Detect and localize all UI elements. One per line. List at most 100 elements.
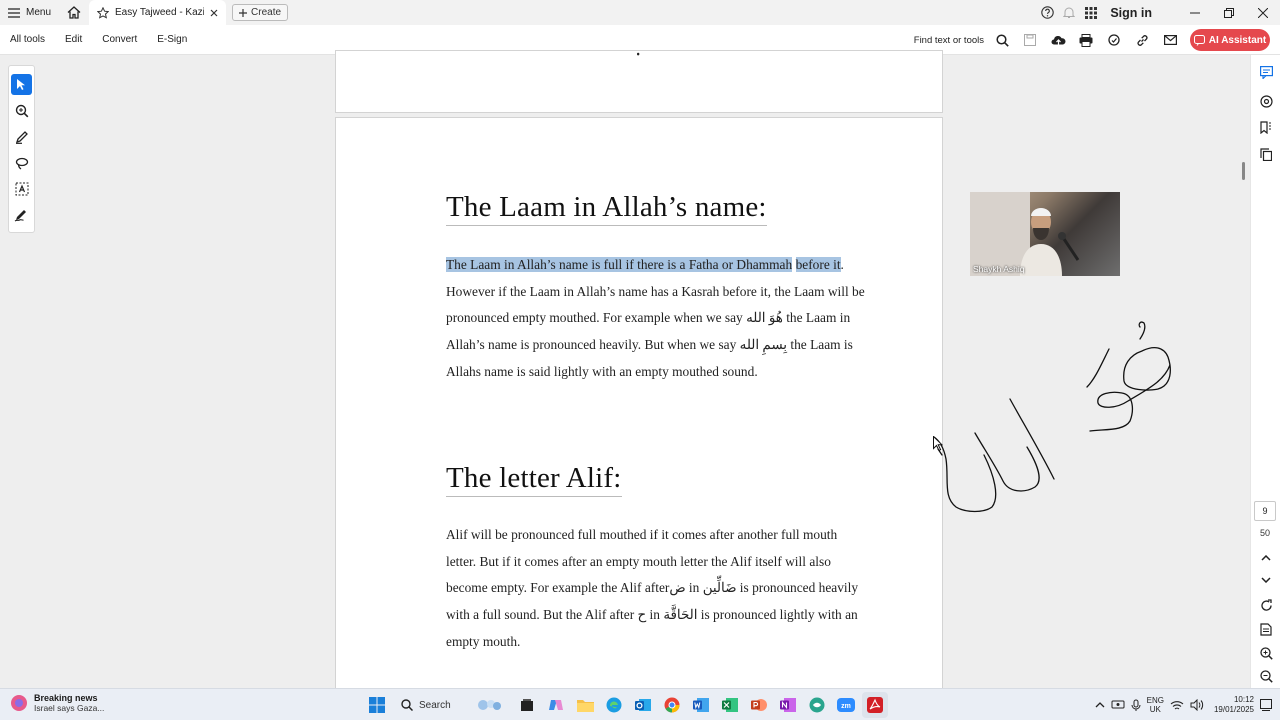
highlighted-text-line2[interactable]: before it (795, 257, 841, 272)
edge-button[interactable] (601, 692, 627, 718)
news-widget-icon (11, 695, 27, 711)
system-tray: ENG UK 10:12 19/01/2025 (1095, 692, 1272, 718)
document-tab[interactable]: Easy Tajweed - Kazi Ashi... (89, 0, 227, 25)
chevron-up-icon[interactable] (1095, 702, 1105, 708)
document-workspace[interactable]: ꞏ The Laam in Allah’s name: The Laam in … (0, 48, 1280, 717)
microphone-icon[interactable] (1131, 699, 1141, 712)
vertical-scrollbar-thumb[interactable] (1242, 162, 1245, 180)
video-overlay[interactable]: Shaykh Ashiq (970, 192, 1120, 276)
print-button[interactable] (1072, 25, 1100, 55)
sign-tool[interactable] (11, 204, 32, 225)
zoom-out-icon (1259, 669, 1273, 683)
outlook-button[interactable] (630, 692, 656, 718)
task-view-icon (521, 699, 533, 711)
excel-button[interactable] (717, 692, 743, 718)
zoom-app-button[interactable]: zm (833, 692, 859, 718)
arabic-daalleen: ضَالِّين (702, 580, 737, 596)
ai-assistant-button[interactable]: AI Assistant (1190, 29, 1270, 51)
taskbar-search[interactable]: Search (393, 693, 511, 717)
paragraph-laam-allah: The Laam in Allah’s name is full if ther… (446, 252, 866, 386)
bookmark-icon (1260, 120, 1271, 134)
convert-menu[interactable]: Convert (92, 34, 147, 45)
word-button[interactable] (688, 692, 714, 718)
next-page-button[interactable] (1258, 572, 1274, 588)
minimize-icon (1190, 12, 1200, 13)
highlighted-text-line1[interactable]: The Laam in Allah’s name is full if ther… (446, 257, 793, 272)
text-tool[interactable] (11, 178, 32, 199)
search-icon (401, 699, 413, 711)
edit-menu[interactable]: Edit (55, 34, 92, 45)
star-icon[interactable] (97, 6, 110, 19)
home-button[interactable] (59, 0, 89, 25)
upload-button[interactable] (1044, 25, 1072, 55)
zoom-out-button[interactable] (1258, 668, 1274, 684)
text-select-icon (15, 182, 28, 195)
chrome-button[interactable] (659, 692, 685, 718)
notification-center-icon[interactable] (1260, 699, 1272, 711)
tab-title: Easy Tajweed - Kazi Ashi... (115, 7, 205, 18)
create-button[interactable]: Create (232, 4, 289, 21)
zoom-app-icon: zm (837, 698, 855, 712)
help-button[interactable] (1036, 0, 1058, 25)
video-participant-name: Shaykh Ashiq (973, 264, 1025, 274)
news-widget[interactable]: Breaking news Israel says Gaza... (10, 693, 104, 713)
esign-menu[interactable]: E-Sign (147, 34, 197, 45)
task-view-button[interactable] (514, 692, 540, 718)
menu-button[interactable]: Menu (0, 0, 59, 25)
heading-laam-allah: The Laam in Allah’s name: (446, 191, 767, 226)
draw-tool[interactable] (11, 152, 32, 173)
sign-in-link[interactable]: Sign in (1110, 6, 1152, 20)
plus-icon (239, 8, 248, 17)
find-text-label[interactable]: Find text or tools (914, 35, 984, 46)
find-button[interactable] (988, 25, 1016, 55)
pages-button[interactable] (1258, 146, 1274, 162)
bell-icon (1063, 7, 1076, 18)
acrobat-button[interactable] (862, 692, 888, 718)
app-button-green[interactable] (804, 692, 830, 718)
right-sidebar: 9 50 (1242, 55, 1280, 688)
close-icon (1258, 7, 1268, 18)
email-button[interactable] (1156, 25, 1184, 55)
volume-icon[interactable] (1190, 699, 1204, 711)
close-window-button[interactable] (1246, 0, 1280, 25)
search-ai-button[interactable] (1100, 25, 1128, 55)
bookmarks-button[interactable] (1258, 119, 1274, 135)
notifications-button[interactable] (1058, 0, 1080, 25)
outlook-icon (635, 699, 651, 711)
svg-text:zm: zm (841, 703, 851, 710)
onenote-button[interactable] (775, 692, 801, 718)
link-button[interactable] (1128, 25, 1156, 55)
all-tools-menu[interactable]: All tools (0, 34, 55, 45)
ai-chat-button[interactable] (1258, 93, 1274, 109)
maximize-button[interactable] (1212, 0, 1246, 25)
select-tool[interactable] (11, 74, 32, 95)
apps-button[interactable] (1080, 0, 1102, 25)
text-p2-d: in (646, 607, 664, 623)
zoom-in-button[interactable] (1258, 645, 1274, 661)
start-button[interactable] (364, 692, 390, 718)
folder-icon (576, 700, 594, 712)
comment-panel-button[interactable] (1258, 64, 1274, 80)
page-number-input[interactable]: 9 (1254, 501, 1276, 521)
left-tool-palette (8, 65, 35, 233)
powerpoint-button[interactable] (746, 692, 772, 718)
apps-grid-icon (1085, 6, 1098, 19)
network-drive-icon[interactable] (1111, 699, 1125, 711)
zoom-tool[interactable] (11, 100, 32, 121)
highlight-tool[interactable] (11, 126, 32, 147)
taskbar-center: Search zm (364, 692, 888, 718)
wifi-icon[interactable] (1170, 700, 1184, 711)
paragraph-letter-alif: Alif will be pronounced full mouthed if … (446, 522, 866, 656)
previous-page-button[interactable] (1258, 550, 1274, 566)
close-tab-icon[interactable] (210, 9, 218, 17)
file-explorer-button[interactable] (572, 692, 598, 718)
language-indicator[interactable]: ENG UK (1147, 696, 1164, 714)
minimize-button[interactable] (1178, 0, 1212, 25)
page-view-button[interactable] (1258, 621, 1274, 637)
arabic-bismillah: بِسمِ الله (739, 337, 788, 353)
rotate-button[interactable] (1258, 597, 1274, 613)
copilot-button[interactable] (543, 692, 569, 718)
save-button[interactable] (1016, 25, 1044, 55)
clock[interactable]: 10:12 19/01/2025 (1214, 695, 1254, 715)
help-icon (1041, 6, 1054, 19)
